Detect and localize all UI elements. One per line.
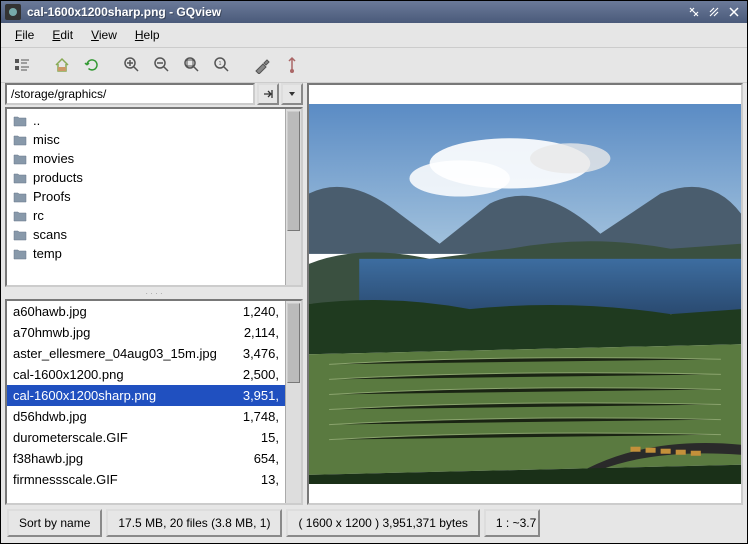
directory-label: ..: [33, 113, 40, 128]
file-size: 13,: [231, 472, 279, 487]
directory-scrollbar[interactable]: [285, 109, 301, 285]
maximize-button[interactable]: [705, 4, 723, 20]
file-name: cal-1600x1200sharp.png: [13, 388, 231, 403]
main-window: cal-1600x1200sharp.png - GQview File Edi…: [0, 0, 748, 544]
directory-label: movies: [33, 151, 74, 166]
pane-splitter[interactable]: · · · ·: [5, 289, 303, 297]
preferences-icon[interactable]: [249, 52, 275, 78]
menu-edit[interactable]: Edit: [44, 25, 81, 45]
preview-image: [309, 104, 741, 484]
file-size: 3,476,: [231, 346, 279, 361]
directory-parent[interactable]: ..: [9, 111, 285, 130]
menu-view[interactable]: View: [83, 25, 125, 45]
directory-list[interactable]: .. misc movies products Proofs rc scans temp: [5, 107, 303, 287]
image-pane[interactable]: [307, 83, 743, 505]
minimize-button[interactable]: [685, 4, 703, 20]
zoom-100-icon[interactable]: 1: [209, 52, 235, 78]
file-size: 1,748,: [231, 409, 279, 424]
directory-item[interactable]: temp: [9, 244, 285, 263]
statusbar: Sort by name 17.5 MB, 20 files (3.8 MB, …: [1, 505, 747, 543]
path-go-button[interactable]: [257, 83, 279, 105]
file-size: 2,114,: [231, 325, 279, 340]
path-input[interactable]: [5, 83, 255, 105]
file-name: durometerscale.GIF: [13, 430, 231, 445]
file-list[interactable]: a60hawb.jpg1,240,a70hmwb.jpg2,114,aster_…: [5, 299, 303, 505]
directory-label: temp: [33, 246, 62, 261]
directory-item[interactable]: Proofs: [9, 187, 285, 206]
float-icon[interactable]: [279, 52, 305, 78]
file-name: aster_ellesmere_04aug03_15m.jpg: [13, 346, 231, 361]
file-item[interactable]: d56hdwb.jpg1,748,: [7, 406, 285, 427]
file-item[interactable]: cal-1600x1200sharp.png3,951,: [7, 385, 285, 406]
file-scrollbar[interactable]: [285, 301, 301, 503]
sort-button[interactable]: Sort by name: [7, 509, 102, 537]
refresh-icon[interactable]: [79, 52, 105, 78]
toolbar: 1: [1, 48, 747, 83]
close-button[interactable]: [725, 4, 743, 20]
file-size: 1,240,: [231, 304, 279, 319]
menu-help[interactable]: Help: [127, 25, 168, 45]
menubar: File Edit View Help: [1, 23, 747, 48]
file-item[interactable]: firmnessscale.GIF13,: [7, 469, 285, 490]
file-item[interactable]: aster_ellesmere_04aug03_15m.jpg3,476,: [7, 343, 285, 364]
file-item[interactable]: f38hawb.jpg654,: [7, 448, 285, 469]
file-item[interactable]: durometerscale.GIF15,: [7, 427, 285, 448]
directory-item[interactable]: misc: [9, 130, 285, 149]
file-name: d56hdwb.jpg: [13, 409, 231, 424]
file-size: 3,951,: [231, 388, 279, 403]
directory-item[interactable]: products: [9, 168, 285, 187]
directory-label: rc: [33, 208, 44, 223]
status-summary: 17.5 MB, 20 files (3.8 MB, 1): [106, 509, 282, 537]
status-zoom: 1 : ~3.7: [484, 509, 540, 537]
zoom-fit-icon[interactable]: [179, 52, 205, 78]
left-pane: .. misc movies products Proofs rc scans temp · …: [5, 83, 303, 505]
file-name: f38hawb.jpg: [13, 451, 231, 466]
file-item[interactable]: a60hawb.jpg1,240,: [7, 301, 285, 322]
path-row: [5, 83, 303, 105]
titlebar[interactable]: cal-1600x1200sharp.png - GQview: [1, 1, 747, 23]
window-title: cal-1600x1200sharp.png - GQview: [27, 5, 683, 19]
app-icon: [5, 4, 21, 20]
directory-label: misc: [33, 132, 60, 147]
file-item[interactable]: cal-1600x1200.png2,500,: [7, 364, 285, 385]
file-size: 15,: [231, 430, 279, 445]
directory-item[interactable]: scans: [9, 225, 285, 244]
svg-text:1: 1: [219, 61, 222, 67]
directory-label: products: [33, 170, 83, 185]
file-name: cal-1600x1200.png: [13, 367, 231, 382]
thumbnails-icon[interactable]: [9, 52, 35, 78]
file-name: a60hawb.jpg: [13, 304, 231, 319]
menu-file[interactable]: File: [7, 25, 42, 45]
file-item[interactable]: a70hmwb.jpg2,114,: [7, 322, 285, 343]
directory-label: Proofs: [33, 189, 71, 204]
file-name: a70hmwb.jpg: [13, 325, 231, 340]
file-size: 2,500,: [231, 367, 279, 382]
content-area: .. misc movies products Proofs rc scans temp · …: [1, 83, 747, 505]
zoom-out-icon[interactable]: [149, 52, 175, 78]
directory-item[interactable]: movies: [9, 149, 285, 168]
directory-label: scans: [33, 227, 67, 242]
home-icon[interactable]: [49, 52, 75, 78]
zoom-in-icon[interactable]: [119, 52, 145, 78]
file-name: firmnessscale.GIF: [13, 472, 231, 487]
status-dimensions: ( 1600 x 1200 ) 3,951,371 bytes: [286, 509, 479, 537]
path-dropdown-button[interactable]: [281, 83, 303, 105]
directory-item[interactable]: rc: [9, 206, 285, 225]
file-size: 654,: [231, 451, 279, 466]
